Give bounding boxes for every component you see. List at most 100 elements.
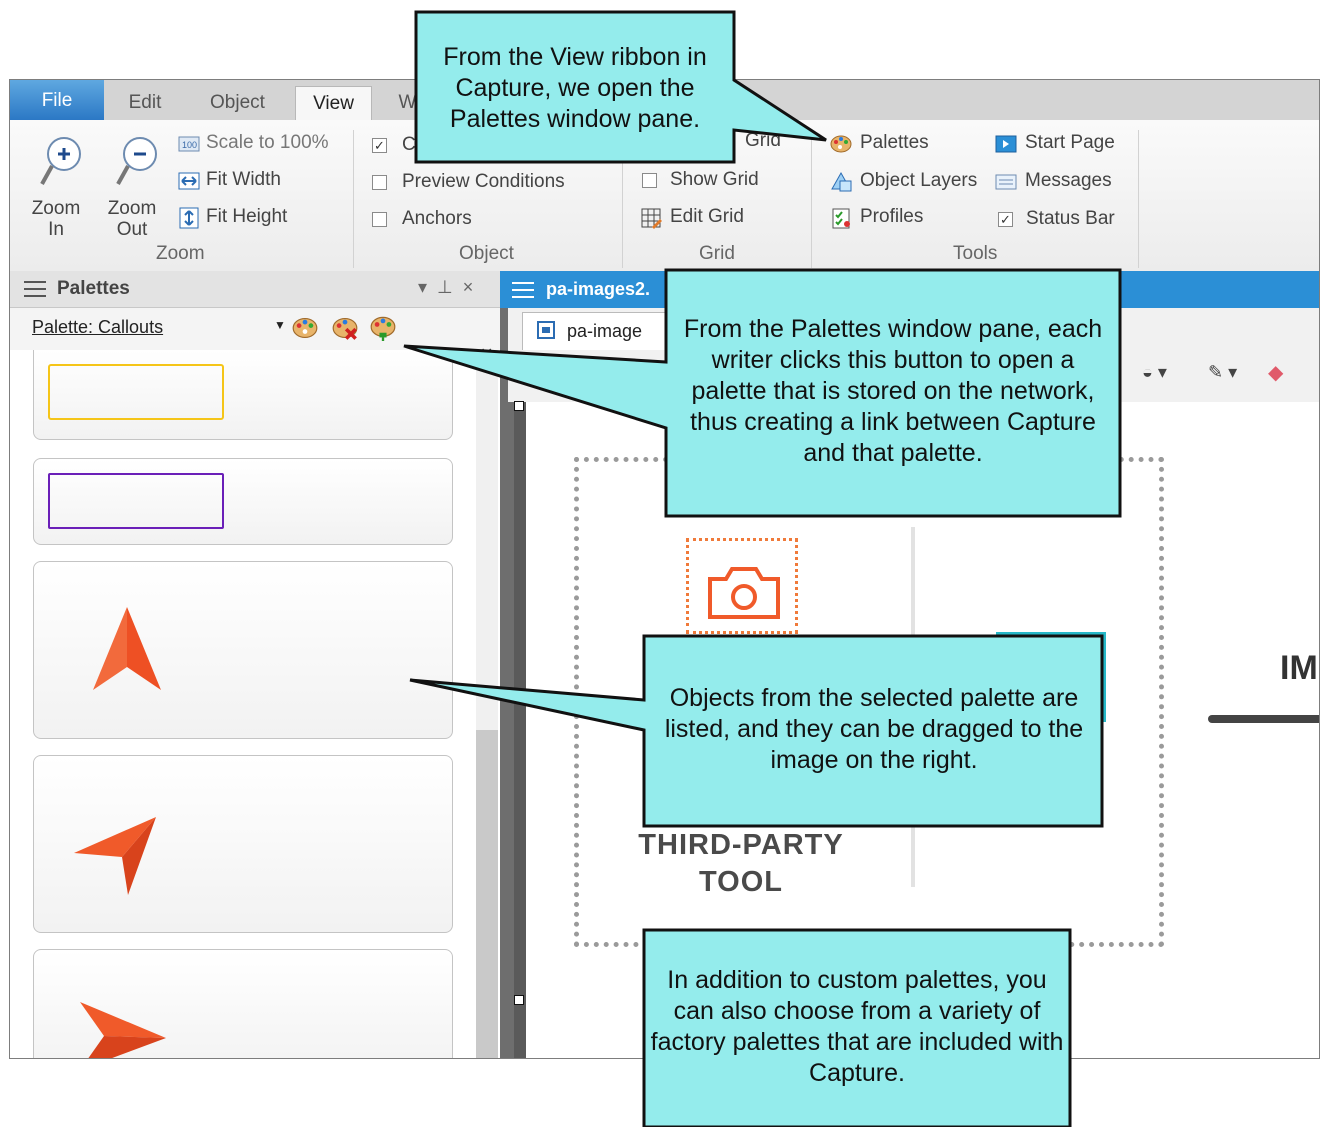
zoom-in-label-2: In	[48, 219, 64, 240]
pane-window-controls[interactable]: ▾ ⊥ ×	[418, 277, 473, 298]
snap-grid-button[interactable]: Grid	[743, 130, 803, 154]
zoom-in-label: Zoom	[31, 198, 81, 219]
resize-handle[interactable]	[514, 401, 524, 411]
eraser-icon[interactable]: ◆	[1268, 360, 1283, 385]
dark-bar	[1208, 715, 1319, 723]
preview-conditions-checkbox[interactable]: Preview Conditions	[372, 171, 592, 195]
palette-item-arrow-up[interactable]	[33, 561, 453, 739]
zoom-out-label: Zoom	[107, 198, 157, 219]
profiles-button[interactable]: Profiles	[830, 206, 980, 232]
scale-label: Scale to 100%	[206, 132, 329, 153]
grid-top-label: Grid	[745, 130, 781, 151]
palette-item-yellow-rect[interactable]	[33, 350, 453, 440]
pane-menu-icon	[24, 281, 46, 297]
palettes-label: Palettes	[860, 132, 929, 153]
status-bar-label: Status Bar	[1026, 208, 1115, 229]
palettes-button[interactable]: Palettes	[830, 132, 980, 158]
resize-handle[interactable]	[514, 995, 524, 1005]
fit-height-icon	[179, 207, 199, 229]
capture-window: File Edit Object View W Zoom In Zoom Out…	[9, 79, 1320, 1059]
palette-item-purple-rect[interactable]	[33, 458, 453, 545]
scale-icon: 100	[178, 136, 200, 152]
palettes-pane-header: Palettes ▾ ⊥ ×	[10, 271, 500, 308]
palette-dropdown[interactable]: Palette: Callouts	[32, 317, 163, 338]
palettes-pane-title: Palettes	[57, 278, 130, 299]
preview-conditions-label: Preview Conditions	[402, 171, 565, 192]
close-icon[interactable]: ✕	[480, 344, 493, 364]
palette-dropdown-arrow-icon[interactable]: ▼	[274, 318, 286, 332]
arrow-up-icon	[93, 607, 161, 690]
zoom-out-icon	[116, 137, 157, 185]
group-object-label: Object	[459, 243, 514, 264]
tab-file[interactable]: File	[10, 80, 104, 120]
group-divider	[622, 130, 623, 268]
tab-object[interactable]: Object	[195, 86, 280, 120]
edit-grid-button[interactable]: Edit Grid	[640, 206, 790, 232]
edit-grid-icon	[641, 208, 662, 229]
edit-grid-label: Edit Grid	[670, 206, 744, 227]
profiles-icon	[832, 208, 850, 229]
view-ribbon: Zoom In Zoom Out 100 Scale to 100% Fit W…	[10, 120, 1319, 272]
document-tab-title: pa-images2.	[546, 279, 651, 299]
zoom-out-button[interactable]: Zoom Out	[100, 130, 166, 240]
group-divider	[811, 130, 812, 268]
preview-conditions-box	[372, 175, 387, 190]
anchors-box	[372, 212, 387, 227]
image-subtab[interactable]: pa-image	[522, 312, 694, 351]
profiles-label: Profiles	[860, 206, 924, 227]
svg-text:100: 100	[182, 140, 197, 150]
scrollbar-thumb[interactable]	[476, 730, 498, 1058]
object-checkbox-icon: ✓	[372, 138, 387, 153]
object-checkbox-first[interactable]: ✓ C	[372, 134, 422, 158]
fit-width-button[interactable]: Fit Width	[178, 169, 348, 195]
tab-view[interactable]: View	[295, 86, 372, 121]
messages-label: Messages	[1025, 170, 1112, 191]
palettes-scrollbar[interactable]: ✕	[476, 346, 498, 1058]
line-color-icon[interactable]: ✎ ▾	[1208, 362, 1237, 383]
fit-width-label: Fit Width	[206, 169, 281, 190]
anchors-label: Anchors	[402, 208, 472, 229]
status-bar-checkbox[interactable]: ✓ Status Bar	[998, 208, 1148, 232]
palettes-icon	[830, 135, 852, 153]
messages-button[interactable]: Messages	[995, 170, 1145, 196]
start-page-button[interactable]: Start Page	[995, 132, 1145, 158]
image-file-icon	[537, 321, 555, 339]
tab-edit[interactable]: Edit	[110, 86, 180, 120]
palette-item-arrow-right[interactable]	[33, 949, 453, 1058]
fit-height-label: Fit Height	[206, 206, 288, 227]
show-grid-label: Show Grid	[670, 169, 759, 190]
zoom-in-button[interactable]: Zoom In	[24, 130, 90, 240]
anchors-checkbox[interactable]: Anchors	[372, 208, 492, 232]
status-bar-box: ✓	[998, 212, 1013, 227]
show-grid-checkbox[interactable]: Show Grid	[640, 169, 790, 193]
zoom-out-label-2: Out	[116, 219, 148, 240]
palette-add-icon[interactable]	[292, 315, 318, 341]
arrow-diagonal-icon	[74, 817, 156, 895]
palette-selector-bar: Palette: Callouts ▼	[10, 308, 500, 350]
callout-button-text: From the Palettes window pane, each writ…	[683, 315, 1103, 467]
arrow-right-icon	[80, 1002, 166, 1058]
image-subtab-label: pa-image	[567, 321, 643, 341]
palette-item-arrow-diagonal[interactable]	[33, 755, 453, 933]
callout-factory-text: In addition to custom palettes, you can …	[650, 966, 1064, 1087]
group-divider	[353, 130, 354, 268]
document-tab[interactable]: pa-images2.	[500, 271, 1319, 308]
purple-rectangle-shape	[48, 473, 224, 529]
fit-height-button[interactable]: Fit Height	[178, 206, 348, 232]
fill-color-icon[interactable]: ◒ ▾	[1142, 362, 1167, 383]
palette-remove-icon[interactable]	[332, 315, 358, 341]
show-grid-box	[642, 173, 657, 188]
palettes-pane: Palettes ▾ ⊥ × Palette: Callouts ▼ ✕	[10, 271, 500, 1058]
canvas-ruler	[514, 402, 526, 1058]
object-layers-icon	[831, 171, 852, 192]
fit-width-icon	[178, 172, 200, 190]
object-first-label: C	[402, 134, 416, 155]
group-tools-label: Tools	[953, 243, 998, 264]
scale-to-100-button[interactable]: 100 Scale to 100%	[178, 132, 348, 158]
callout-objects-text: Objects from the selected palette are li…	[664, 684, 1084, 774]
object-layers-button[interactable]: Object Layers	[830, 170, 990, 196]
open-palette-link-icon[interactable]	[370, 315, 396, 341]
messages-icon	[995, 174, 1017, 190]
yellow-rectangle-shape	[48, 364, 224, 420]
image-caption-line-2: TOOL	[698, 866, 784, 898]
